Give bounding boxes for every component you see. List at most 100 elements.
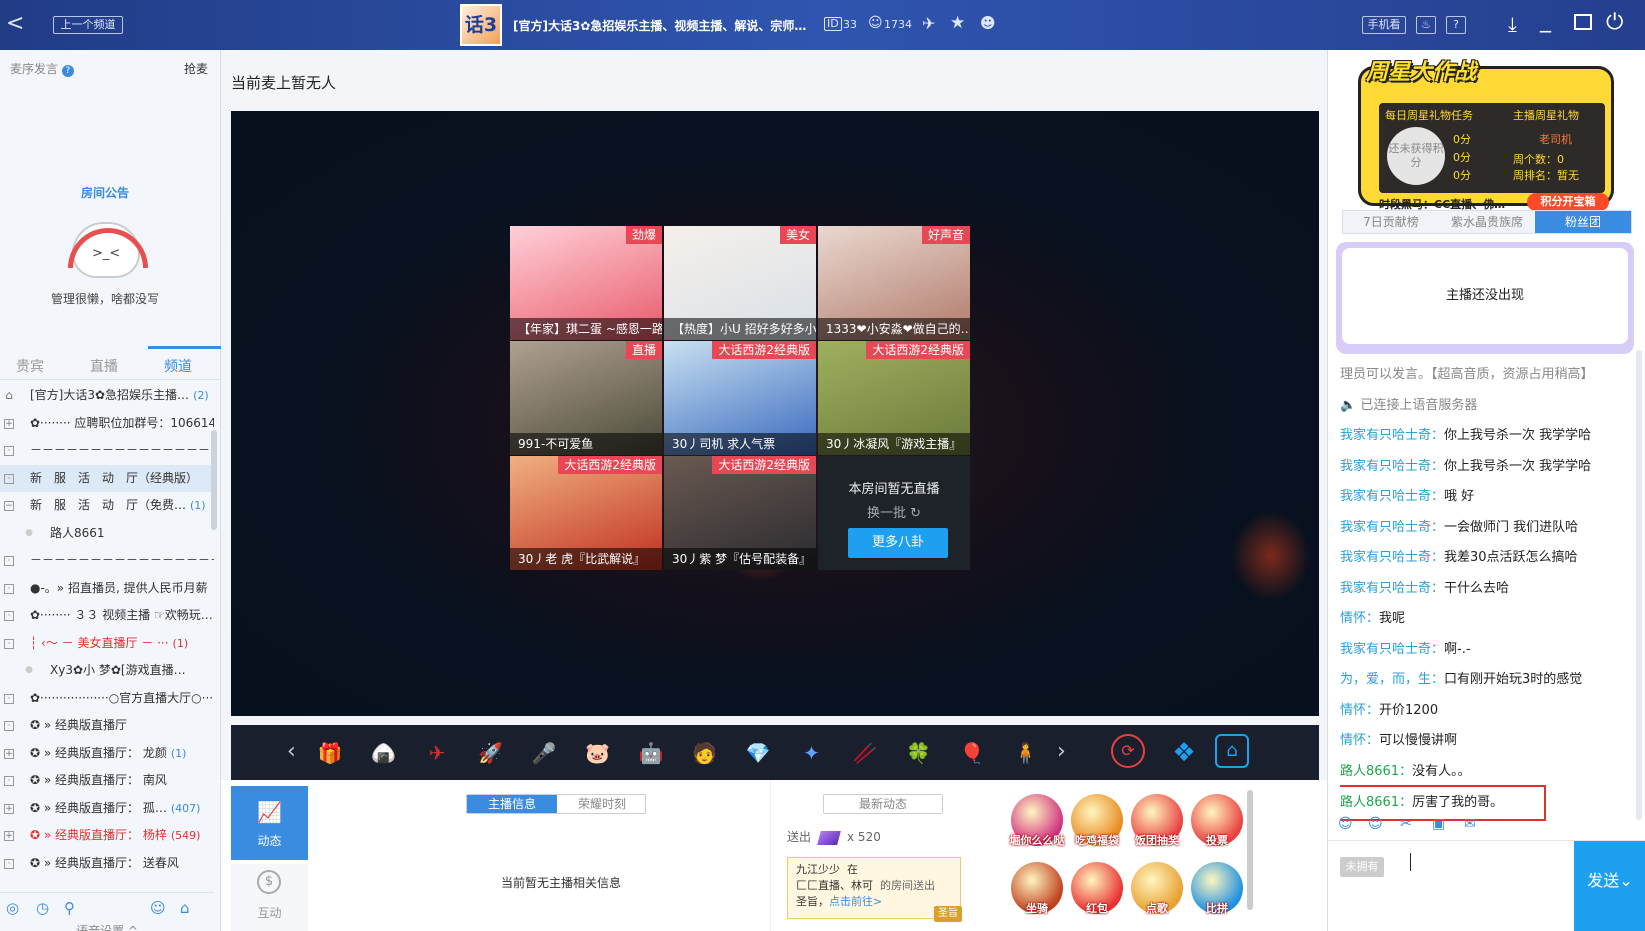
latest-dynamic-header[interactable]: 最新动态 [823,794,943,814]
expand-icon[interactable]: · [4,556,14,566]
channel-item[interactable]: · ✿········ ３３ 视频主播 ☞欢畅玩… [0,602,214,630]
gift-item[interactable]: 🎁 [311,734,349,772]
bag-icon[interactable]: ❖ [1165,734,1203,772]
gift-item[interactable]: 🍙 [365,734,403,772]
chat-user[interactable]: 我家有只哈士奇： [1340,459,1444,474]
tab-dynamic[interactable]: 📈 动态 [231,786,308,860]
chat-user[interactable]: 我家有只哈士奇： [1340,489,1444,504]
chat-user[interactable]: 我家有只哈士奇： [1340,550,1444,565]
send-button[interactable]: 发送⌄ [1574,841,1645,931]
gift-item[interactable]: 🐷 [579,734,617,772]
tab-anchor-info[interactable]: 主播信息 [467,795,557,813]
tab-vip[interactable]: 贵宾 [16,356,44,376]
gift-item[interactable]: 🎤 [525,734,563,772]
channel-item[interactable]: ⌂ [官方]大话3✿急招娱乐主播… (2) [0,382,214,410]
plane-icon[interactable]: ✈ [922,14,935,33]
expand-icon[interactable]: + [4,418,14,429]
refresh-batch[interactable]: 换一批 ↻ [818,502,970,521]
chat-user[interactable]: 情怀： [1340,703,1379,718]
channel-item[interactable]: · －－－－－－－－－－－－－－－－－－－－ [0,437,214,465]
maximize-icon[interactable] [1574,14,1592,30]
gift-notice[interactable]: 九江少少 在 匚匚直播、林可 的房间送出 圣旨，点击前往> 圣旨 [787,857,962,922]
feature-button[interactable]: 坐骑 [1011,862,1063,915]
expand-icon[interactable]: + [4,803,14,814]
channel-item[interactable]: · 新 服 活 动 厅（经典版） [0,464,214,492]
grab-mic-button[interactable]: 抢麦 [184,60,208,77]
feature-button[interactable]: 饭团抽奖 [1131,794,1183,847]
emoji-icon[interactable]: ☺ [150,899,166,917]
channel-item[interactable]: − 新 服 活 动 厅（免费… (1) [0,492,214,520]
expand-icon[interactable]: · [4,611,14,621]
mobile-view-button[interactable]: 手机看 [1362,16,1406,34]
emoji-icon[interactable]: ☺ [1368,816,1383,832]
feature-button[interactable]: 比拼 [1191,862,1243,915]
channel-item[interactable]: + ✪ » 经典版直播厅： 孤… (407) [0,795,214,823]
user-icon[interactable]: ● [24,666,34,676]
home-icon[interactable]: ⌂ [4,389,14,401]
feature-button[interactable]: 红包 [1071,862,1123,915]
image-icon[interactable]: ▣ [1432,816,1445,832]
live-tile[interactable]: 劲爆 【年家】琪二蛋 ~感恩一路… [510,226,662,340]
help-button[interactable]: ? [1446,16,1466,34]
chat-user[interactable]: 我家有只哈士奇： [1340,581,1444,596]
chat-user[interactable]: 我家有只哈士奇： [1340,520,1444,535]
info-scrollbar[interactable] [1247,790,1253,910]
expand-icon[interactable]: · [4,638,14,649]
chevron-right-icon[interactable]: › [1057,739,1066,764]
location-icon[interactable]: ◎ [6,899,19,917]
gift-item[interactable]: 🧑 [686,734,724,772]
gift-item[interactable]: ✈ [418,734,456,772]
tab-interact[interactable]: $ 互动 [231,864,308,931]
gift-item[interactable]: 🍀 [900,734,938,772]
feature-button[interactable]: 堀你么么哒 [1010,794,1065,847]
live-tile[interactable]: 大话西游2经典版 30丿司机 求人气票 [664,341,816,455]
more-gossip-button[interactable]: 更多八卦 [848,528,948,558]
refresh-icon[interactable]: ⟳ [1111,734,1145,768]
gift-item[interactable]: 🎈 [953,734,991,772]
gift-item[interactable]: 🤖 [632,734,670,772]
help-icon[interactable]: ? [61,65,74,77]
prev-channel-button[interactable]: 上一个频道 [53,16,123,34]
gift-item[interactable]: 💎 [739,734,777,772]
channel-item[interactable]: + ✿········ 应聘职位加群号：1066140… [0,410,214,438]
face-icon[interactable]: ☺ [1338,816,1353,832]
bell-icon[interactable]: ♨ [1416,16,1436,34]
live-tile[interactable]: 好声音 1333❤小安淼❤做自己的… [818,226,970,340]
tab-fans[interactable]: 粉丝团 [1535,211,1631,233]
tab-channel[interactable]: 频道 [164,356,192,376]
feature-button[interactable]: 点歌 [1131,862,1183,915]
group-icon[interactable]: ☻ [980,14,996,32]
chat-user[interactable]: 情怀： [1340,733,1379,748]
channel-scrollbar[interactable] [211,430,217,530]
notice-link[interactable]: 点击前往> [829,895,882,908]
feature-button[interactable]: 吃鸡福袋 [1071,794,1123,847]
shop-icon[interactable]: ⌂ [1215,734,1249,768]
star-icon[interactable]: ★ [950,13,965,33]
chat-user[interactable]: 我家有只哈士奇： [1340,428,1444,443]
tab-noble[interactable]: 紫水晶贵族席 [1439,211,1535,233]
tab-live[interactable]: 直播 [90,356,118,376]
chat-user[interactable]: 情怀： [1340,611,1379,626]
live-tile[interactable]: 直播 991-不可爱鱼 [510,341,662,455]
back-icon[interactable]: < [6,11,24,36]
bubble-icon[interactable]: ✉ [1464,816,1476,832]
tab-7day-rank[interactable]: 7日贡献榜 [1343,211,1439,233]
gift-item[interactable]: 🧍 [1007,734,1045,772]
gift-item[interactable]: ✦ [793,734,831,772]
channel-item[interactable]: ● Xy3✿小 梦✿[游戏直播… [0,657,214,685]
chat-user[interactable]: 为，爱，而，生： [1340,672,1444,687]
expand-icon[interactable]: · [4,858,14,869]
search-icon[interactable]: ⚲ [64,899,75,917]
channel-item[interactable]: ● 路人8661 [0,520,214,548]
scissors-icon[interactable]: ✂ [1400,816,1412,832]
expand-icon[interactable]: + [4,748,14,759]
weekly-star-banner[interactable]: 每日周星礼物任务 主播周星礼物 还未获得积分 0分 0分 0分 老司机 周个数：… [1350,54,1622,214]
expand-icon[interactable]: · [4,473,14,484]
tab-glory[interactable]: 荣耀时刻 [557,795,647,813]
channel-item[interactable]: · ✿··················○官方直播大厅○········· [0,685,214,713]
expand-icon[interactable]: · [4,693,14,704]
channel-item[interactable]: · －－－－－－－－－－－－－－－－－－－－ [0,547,214,575]
voice-settings[interactable]: 语音设置 ^ [0,922,214,931]
chat-user[interactable]: 我家有只哈士奇： [1340,642,1444,657]
history-icon[interactable]: ◷ [36,899,49,917]
